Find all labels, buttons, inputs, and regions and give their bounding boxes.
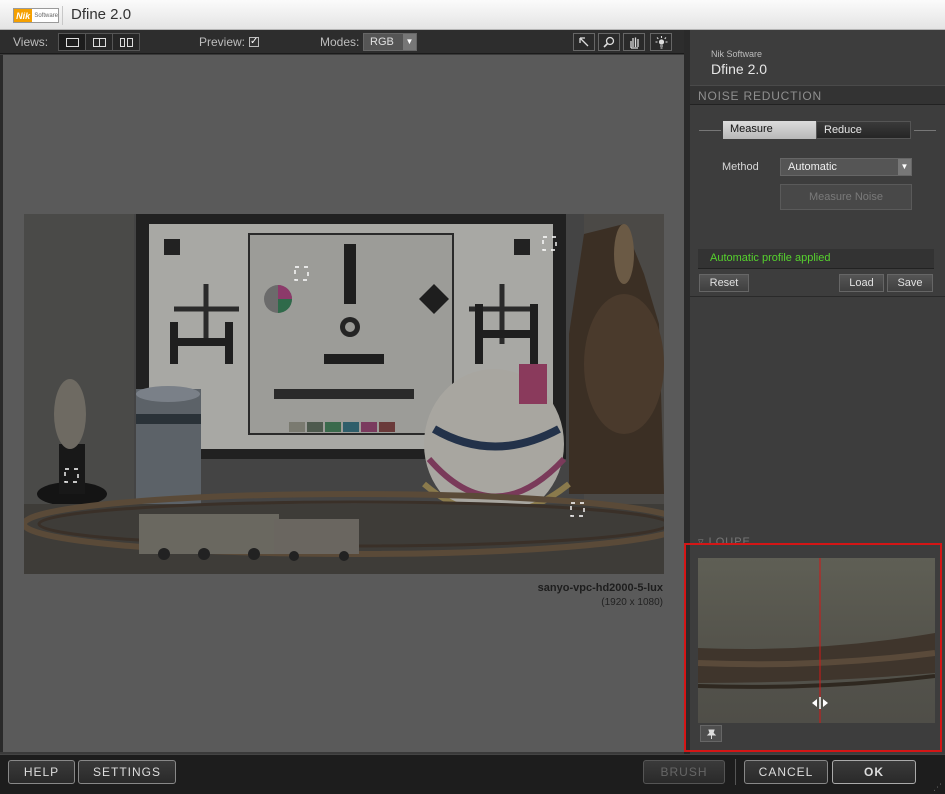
divider-line bbox=[699, 130, 721, 131]
resize-grip-icon[interactable]: ⋰ bbox=[933, 782, 943, 792]
preview-checkbox[interactable]: ✓ bbox=[249, 37, 259, 47]
side-by-side-view-icon bbox=[119, 37, 133, 47]
pointer-tool-icon bbox=[579, 37, 589, 47]
help-button[interactable]: HELP bbox=[8, 760, 75, 784]
views-group bbox=[58, 33, 140, 51]
modes-label: Modes: bbox=[320, 35, 360, 49]
cancel-button[interactable]: CANCEL bbox=[744, 760, 828, 784]
load-button[interactable]: Load bbox=[839, 274, 884, 292]
brush-button[interactable]: BRUSH bbox=[643, 760, 725, 784]
single-view-icon bbox=[65, 37, 79, 47]
image-dimensions: (1920 x 1080) bbox=[601, 597, 663, 608]
hand-tool-icon bbox=[629, 37, 639, 49]
noise-reduction-header[interactable]: NOISE REDUCTION bbox=[690, 85, 945, 105]
bottom-separator bbox=[735, 759, 736, 785]
method-label: Method bbox=[722, 161, 759, 173]
window-title: Dfine 2.0 bbox=[71, 6, 132, 23]
nik-logo: Nik Software bbox=[13, 8, 59, 23]
method-select[interactable]: Automatic ▼ bbox=[780, 158, 912, 176]
chevron-down-icon: ▼ bbox=[403, 34, 416, 50]
ok-button[interactable]: OK bbox=[832, 760, 916, 784]
logo-text: Nik bbox=[14, 9, 33, 22]
preview-image[interactable] bbox=[24, 214, 664, 574]
method-value: Automatic bbox=[788, 161, 837, 173]
logo-subtext: Software bbox=[34, 12, 58, 19]
divider-line bbox=[914, 130, 936, 131]
tab-reduce[interactable]: Reduce bbox=[816, 121, 911, 139]
save-button[interactable]: Save bbox=[887, 274, 933, 292]
zoom-tool-button[interactable] bbox=[598, 33, 620, 51]
pointer-tool-button[interactable] bbox=[573, 33, 595, 51]
preview-label: Preview: bbox=[199, 35, 246, 49]
preview-image-graphic bbox=[24, 214, 664, 574]
tab-measure[interactable]: Measure bbox=[723, 121, 816, 139]
product-name: Dfine 2.0 bbox=[711, 61, 768, 77]
reset-button[interactable]: Reset bbox=[699, 274, 749, 292]
panel-divider bbox=[690, 296, 945, 297]
title-bar: Nik Software Dfine 2.0 bbox=[0, 0, 945, 30]
settings-button[interactable]: SETTINGS bbox=[78, 760, 176, 784]
image-filename: sanyo-vpc-hd2000-5-lux bbox=[537, 582, 663, 594]
title-separator bbox=[62, 6, 63, 25]
chevron-down-icon: ▼ bbox=[898, 159, 911, 175]
light-tool-icon bbox=[655, 35, 667, 49]
hand-tool-button[interactable] bbox=[623, 33, 645, 51]
zoom-tool-icon bbox=[603, 36, 615, 48]
vendor-name: Nik Software bbox=[711, 49, 763, 59]
mode-select[interactable]: RGB ▼ bbox=[363, 33, 417, 51]
side-by-side-view-button[interactable] bbox=[113, 34, 139, 50]
loupe-highlight-frame bbox=[684, 543, 942, 752]
measure-noise-button[interactable]: Measure Noise bbox=[780, 184, 912, 210]
light-tool-button[interactable] bbox=[650, 33, 672, 51]
single-view-button[interactable] bbox=[59, 34, 86, 50]
split-view-button[interactable] bbox=[86, 34, 113, 50]
top-toolbar: Views: Preview: ✓ Modes: RGB ▼ bbox=[0, 30, 689, 54]
split-view-icon bbox=[92, 37, 106, 47]
views-label: Views: bbox=[13, 35, 49, 49]
mode-value: RGB bbox=[370, 36, 394, 48]
measure-reduce-toggle: Measure Reduce bbox=[723, 121, 911, 139]
bottom-bar: HELP SETTINGS BRUSH CANCEL OK ⋰ bbox=[0, 754, 945, 794]
status-message: Automatic profile applied bbox=[698, 249, 934, 269]
